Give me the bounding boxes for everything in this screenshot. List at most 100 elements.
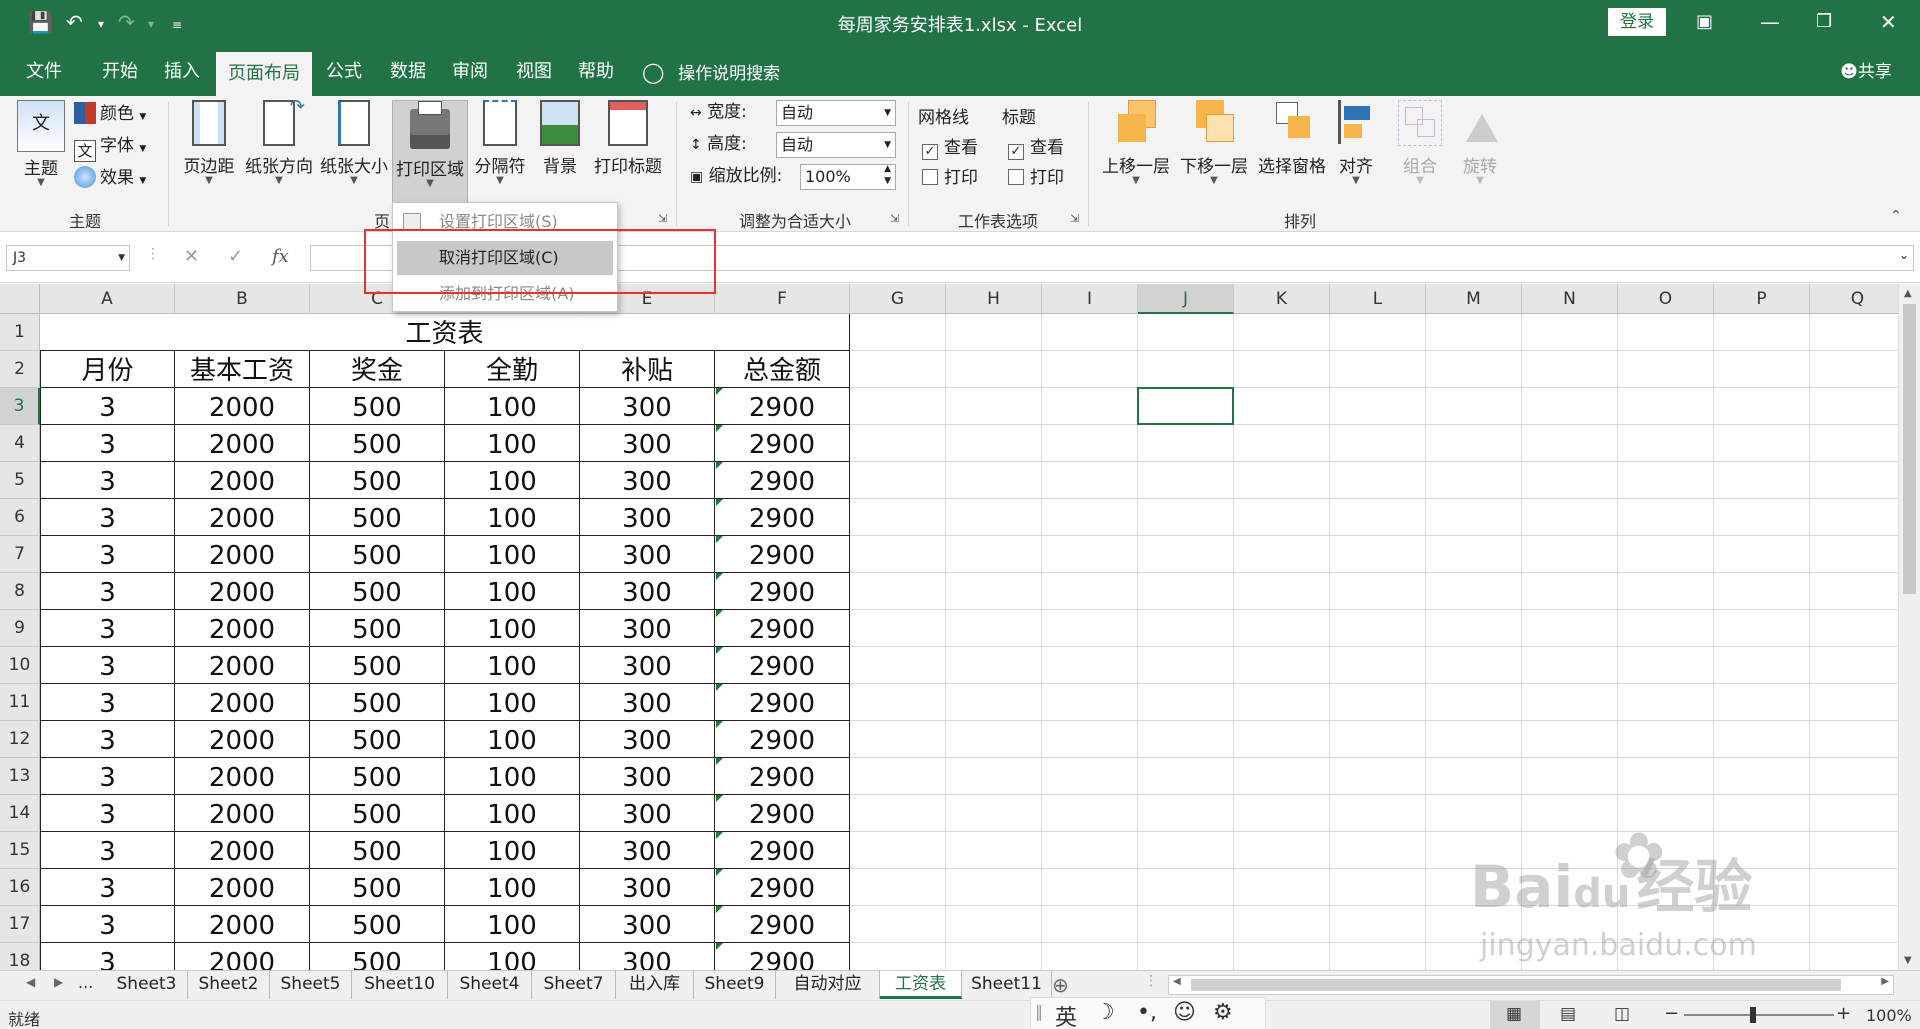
table-cell[interactable]: 100 <box>445 795 580 832</box>
spinner-arrows-icon[interactable]: ▲ ▼ <box>884 163 891 187</box>
tab-file[interactable]: 文件 <box>14 44 74 96</box>
table-cell[interactable]: 100 <box>445 462 580 499</box>
table-cell[interactable]: 100 <box>445 684 580 721</box>
gridlines-view-checkbox[interactable]: ✓ 查看 <box>922 134 978 162</box>
table-cell[interactable]: 2000 <box>175 610 310 647</box>
table-cell[interactable]: 100 <box>445 943 580 970</box>
margins-button[interactable]: 页边距 ▼ <box>178 100 240 196</box>
table-cell[interactable]: 2000 <box>175 647 310 684</box>
scroll-tabs-left-icon[interactable]: ◀ <box>26 975 35 989</box>
table-cell[interactable]: 100 <box>445 647 580 684</box>
table-cell[interactable]: 3 <box>40 684 175 721</box>
table-cell[interactable]: 3 <box>40 758 175 795</box>
table-cell[interactable]: 2900 <box>715 647 850 684</box>
punctuation-icon[interactable]: •, <box>1137 1000 1157 1025</box>
row-header[interactable]: 17 <box>0 906 40 943</box>
table-cell[interactable]: 500 <box>310 388 445 425</box>
column-header[interactable]: B <box>175 284 310 314</box>
table-cell[interactable]: 2900 <box>715 499 850 536</box>
row-header[interactable]: 10 <box>0 647 40 684</box>
ribbon-display-icon[interactable]: ▣ <box>1696 10 1713 34</box>
table-cell[interactable]: 500 <box>310 943 445 970</box>
table-cell[interactable]: 2900 <box>715 536 850 573</box>
table-cell[interactable]: 2900 <box>715 610 850 647</box>
row-header[interactable]: 6 <box>0 499 40 536</box>
table-cell[interactable]: 300 <box>580 573 715 610</box>
scroll-left-icon[interactable]: ◀ <box>1173 976 1181 987</box>
breaks-button[interactable]: 分隔符 ▼ <box>470 100 530 196</box>
row-header[interactable]: 18 <box>0 943 40 970</box>
table-cell[interactable]: 500 <box>310 536 445 573</box>
zoom-level[interactable]: 100% <box>1866 1006 1912 1025</box>
tab-view[interactable]: 视图 <box>504 44 564 96</box>
width-select[interactable]: 自动 ▼ <box>776 100 896 126</box>
row-header[interactable]: 13 <box>0 758 40 795</box>
table-cell[interactable]: 100 <box>445 869 580 906</box>
row-header[interactable]: 11 <box>0 684 40 721</box>
table-cell[interactable]: 500 <box>310 832 445 869</box>
sheet-tab[interactable]: 工资表 <box>880 971 962 999</box>
table-cell[interactable]: 3 <box>40 573 175 610</box>
table-cell[interactable]: 2000 <box>175 536 310 573</box>
table-cell[interactable]: 300 <box>580 462 715 499</box>
table-cell[interactable]: 2000 <box>175 832 310 869</box>
table-cell[interactable]: 100 <box>445 425 580 462</box>
column-header[interactable]: L <box>1330 284 1426 314</box>
new-sheet-icon[interactable]: ⊕ <box>1052 973 1069 997</box>
tab-review[interactable]: 审阅 <box>440 44 500 96</box>
background-button[interactable]: 背景 <box>534 100 586 196</box>
row-header[interactable]: 14 <box>0 795 40 832</box>
smiley-icon[interactable]: ☺ <box>1173 1000 1196 1025</box>
login-button[interactable]: 登录 <box>1608 8 1666 36</box>
effects-button[interactable]: 效果 ▼ <box>74 164 146 192</box>
table-cell[interactable]: 300 <box>580 832 715 869</box>
table-header-cell[interactable]: 奖金 <box>310 351 445 388</box>
sheet-tab[interactable]: Sheet4 <box>448 971 532 999</box>
sheet-tab[interactable]: Sheet10 <box>352 971 448 999</box>
table-cell[interactable]: 2000 <box>175 721 310 758</box>
table-cell[interactable]: 2900 <box>715 869 850 906</box>
table-cell[interactable]: 2900 <box>715 684 850 721</box>
table-cell[interactable]: 300 <box>580 536 715 573</box>
table-title[interactable]: 工资表 <box>40 314 850 351</box>
column-header[interactable]: P <box>1714 284 1810 314</box>
table-cell[interactable]: 100 <box>445 536 580 573</box>
table-cell[interactable]: 100 <box>445 906 580 943</box>
table-cell[interactable]: 3 <box>40 425 175 462</box>
table-cell[interactable]: 3 <box>40 499 175 536</box>
table-cell[interactable]: 2900 <box>715 721 850 758</box>
table-cell[interactable]: 2000 <box>175 462 310 499</box>
row-header[interactable]: 15 <box>0 832 40 869</box>
share-button[interactable]: ☻共享 <box>1826 44 1906 96</box>
table-cell[interactable]: 2900 <box>715 832 850 869</box>
table-cell[interactable]: 300 <box>580 795 715 832</box>
zoom-in-icon[interactable]: + <box>1836 1003 1851 1024</box>
table-cell[interactable]: 100 <box>445 499 580 536</box>
column-header[interactable]: O <box>1618 284 1714 314</box>
table-cell[interactable]: 3 <box>40 795 175 832</box>
dialog-launcher-icon[interactable]: ⇲ <box>658 212 667 225</box>
row-header[interactable]: 4 <box>0 425 40 462</box>
expand-formula-icon[interactable]: ⌄ <box>1899 248 1909 262</box>
table-cell[interactable]: 300 <box>580 869 715 906</box>
table-cell[interactable]: 3 <box>40 536 175 573</box>
column-header[interactable]: F <box>715 284 850 314</box>
size-button[interactable]: 纸张大小 ▼ <box>318 100 390 196</box>
table-header-cell[interactable]: 全勤 <box>445 351 580 388</box>
scroll-up-icon[interactable]: ▲ <box>1904 288 1912 299</box>
tab-insert[interactable]: 插入 <box>152 44 212 96</box>
table-cell[interactable]: 2900 <box>715 758 850 795</box>
table-cell[interactable]: 2000 <box>175 869 310 906</box>
sheet-tab[interactable]: Sheet7 <box>532 971 616 999</box>
fonts-button[interactable]: 文字体 ▼ <box>74 132 146 162</box>
table-cell[interactable]: 3 <box>40 647 175 684</box>
table-cell[interactable]: 500 <box>310 573 445 610</box>
table-cell[interactable]: 500 <box>310 462 445 499</box>
column-header[interactable]: H <box>946 284 1042 314</box>
print-area-button[interactable]: 打印区域 ▼ <box>392 100 468 204</box>
scroll-tabs-right-icon[interactable]: ▶ <box>54 975 63 989</box>
table-cell[interactable]: 500 <box>310 610 445 647</box>
sheet-tab[interactable]: 自动对应 <box>776 971 880 999</box>
dialog-launcher-icon[interactable]: ⇲ <box>890 212 899 225</box>
zoom-slider-thumb[interactable] <box>1750 1007 1756 1023</box>
